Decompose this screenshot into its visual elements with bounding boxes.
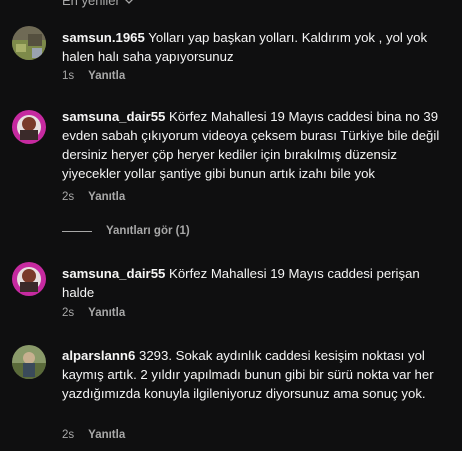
chevron-down-icon [125, 0, 133, 4]
comment-username[interactable]: samsun.1965 [62, 30, 145, 45]
comment-time: 2s [62, 307, 75, 319]
avatar[interactable] [12, 110, 46, 144]
comment-time: 1s [62, 70, 75, 82]
comment-username[interactable]: alparslann6 [62, 348, 135, 363]
sort-dropdown[interactable]: En yeniler [62, 0, 134, 8]
view-replies-button[interactable]: Yanıtları gör (1) [62, 225, 190, 237]
divider-line [62, 230, 92, 232]
comment-time: 2s [62, 429, 75, 441]
reply-button[interactable]: Yanıtla [88, 70, 125, 82]
reply-button[interactable]: Yanıtla [88, 429, 125, 441]
comment-time: 2s [62, 191, 75, 203]
avatar[interactable] [12, 262, 46, 296]
view-replies-label: Yanıtları gör (1) [106, 225, 190, 237]
avatar[interactable] [12, 345, 46, 379]
avatar[interactable] [12, 26, 46, 60]
reply-button[interactable]: Yanıtla [88, 191, 125, 203]
comment-username[interactable]: samsuna_dair55 [62, 109, 165, 124]
reply-button[interactable]: Yanıtla [88, 307, 125, 319]
comment-username[interactable]: samsuna_dair55 [62, 266, 165, 281]
sort-label: En yeniler [62, 0, 120, 8]
